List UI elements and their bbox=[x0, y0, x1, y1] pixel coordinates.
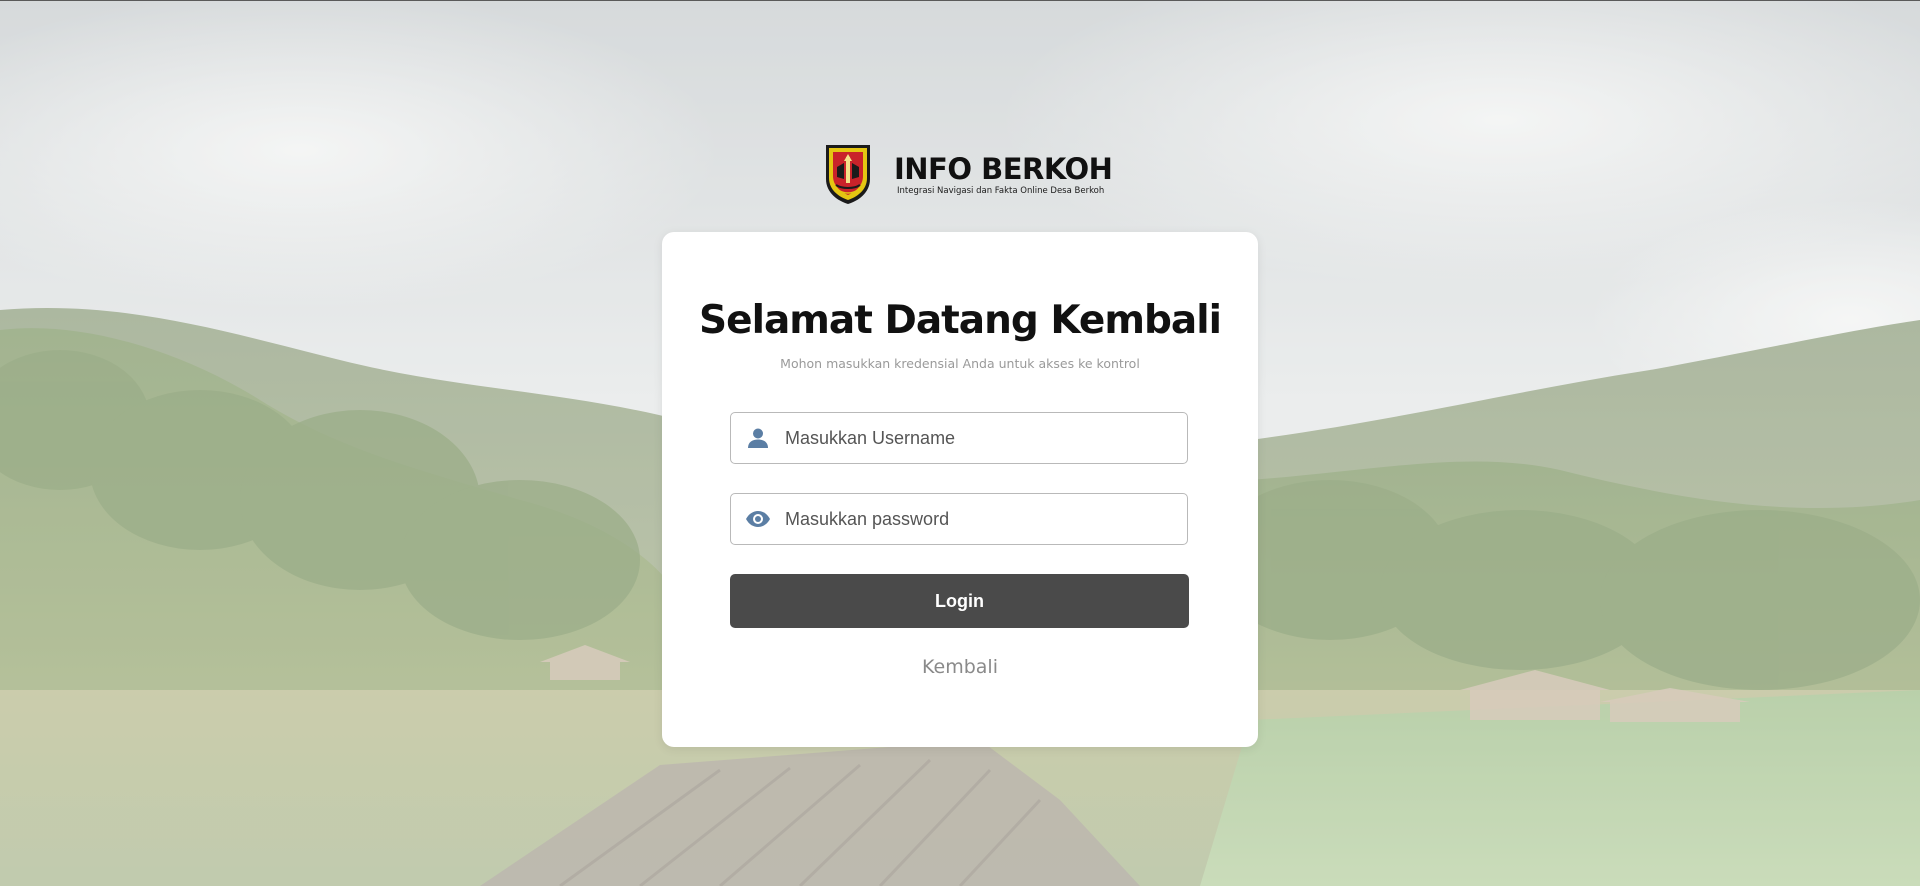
brand-header: INFO BERKOH Integrasi Navigasi dan Fakta… bbox=[824, 143, 1113, 205]
brand-subtitle: Integrasi Navigasi dan Fakta Online Desa… bbox=[897, 185, 1105, 196]
regency-coat-of-arms-icon bbox=[824, 143, 872, 205]
login-card: Selamat Datang Kembali Mohon masukkan kr… bbox=[662, 232, 1258, 747]
password-input[interactable] bbox=[785, 499, 1187, 539]
brand-title: INFO BERKOH bbox=[894, 151, 1113, 186]
login-button[interactable]: Login bbox=[730, 574, 1189, 628]
login-subtitle: Mohon masukkan kredensial Anda untuk aks… bbox=[780, 356, 1140, 371]
eye-icon[interactable] bbox=[745, 508, 771, 530]
username-input[interactable] bbox=[785, 418, 1187, 458]
login-title: Selamat Datang Kembali bbox=[699, 298, 1222, 343]
back-link[interactable]: Kembali bbox=[662, 656, 1258, 678]
password-field[interactable] bbox=[730, 493, 1188, 545]
top-border bbox=[0, 0, 1920, 1]
username-field[interactable] bbox=[730, 412, 1188, 464]
user-icon bbox=[745, 427, 771, 449]
